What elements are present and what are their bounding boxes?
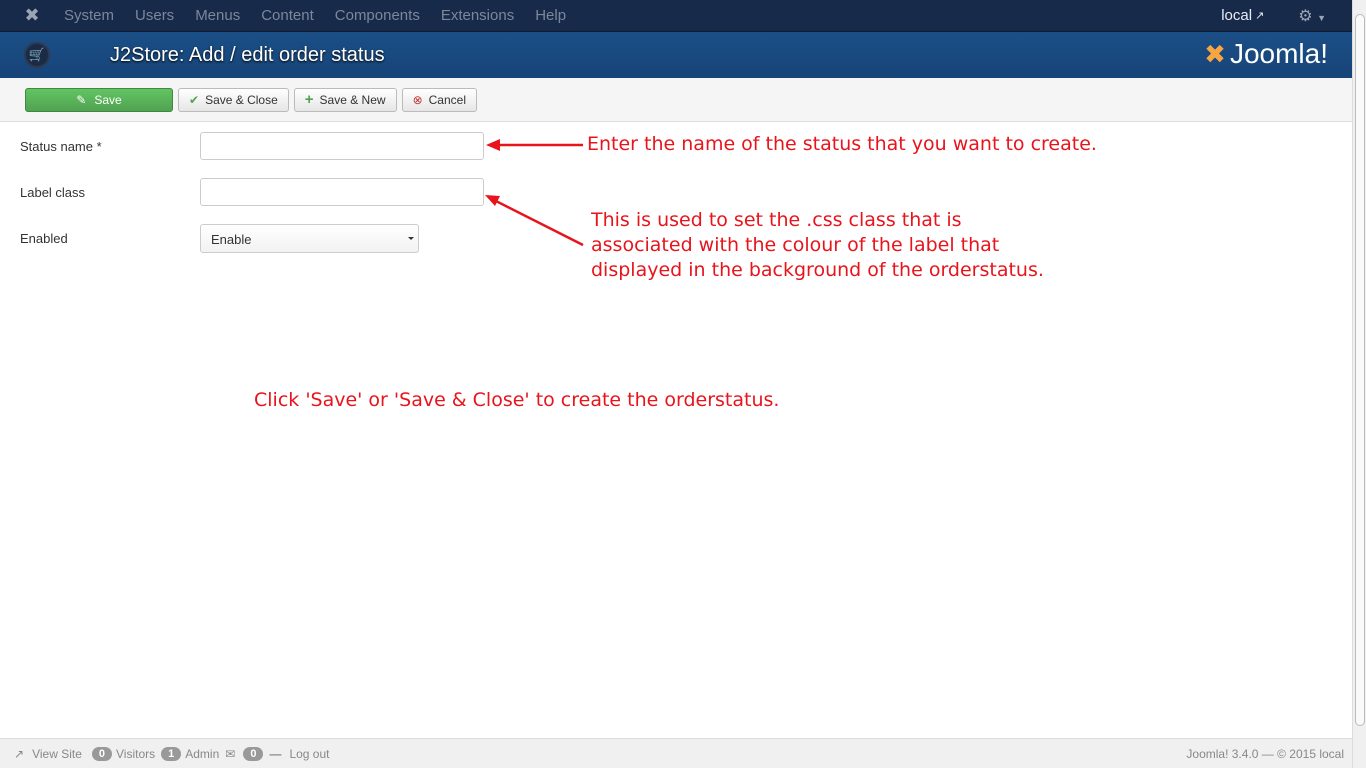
annotation-arrows — [485, 139, 584, 247]
logout-link[interactable]: Log out — [289, 747, 329, 761]
messages-badge[interactable]: 0 — [243, 746, 264, 761]
view-site-icon: ↗ — [14, 746, 25, 761]
copyright: Joomla! 3.4.0 — © 2015 local — [1186, 746, 1344, 761]
envelope-icon: ✉ — [225, 746, 236, 761]
admin-badge: 1 — [161, 746, 182, 761]
minus-icon: — — [269, 746, 282, 761]
visitors-label: Visitors — [116, 746, 156, 761]
scrollbar-thumb[interactable] — [1355, 14, 1365, 726]
annotation-status-name: Enter the name of the status that you wa… — [587, 133, 1097, 155]
status-footer: ↗ View Site 0 Visitors 1 Admin ✉ 0 — Log… — [0, 738, 1352, 768]
visitors-badge: 0 — [91, 746, 112, 761]
view-site-link[interactable]: View Site — [32, 747, 82, 761]
annotation-save: Click 'Save' or 'Save & Close' to create… — [254, 389, 780, 411]
vertical-scrollbar[interactable] — [1352, 0, 1366, 768]
annotation-label-class: This is used to set the .css class that … — [591, 209, 1044, 281]
admin-label: Admin — [185, 746, 220, 761]
